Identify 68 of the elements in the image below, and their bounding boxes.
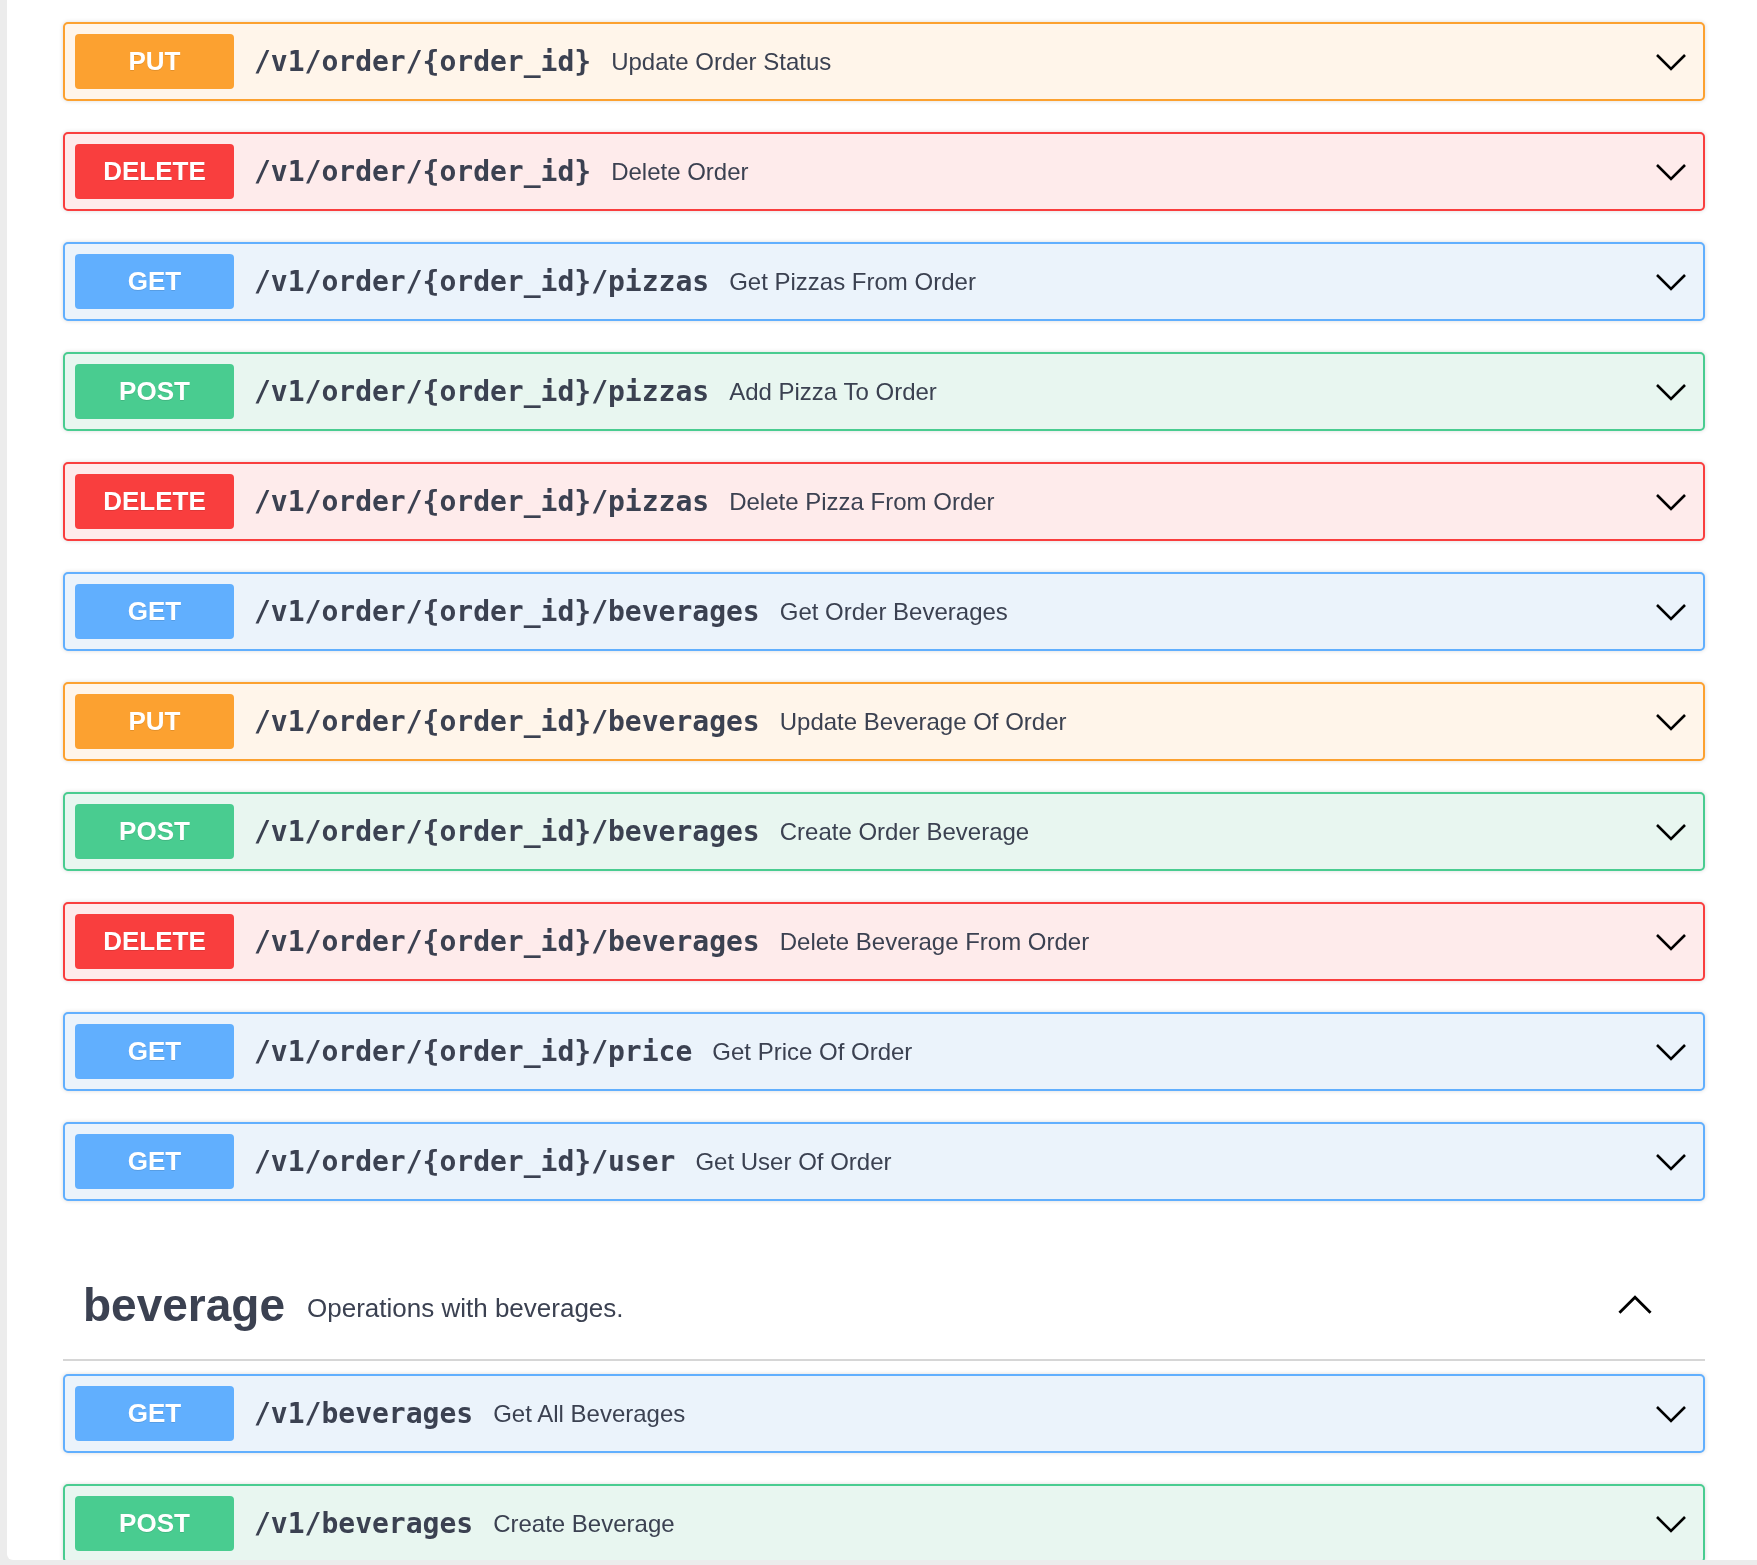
- chevron-down-icon[interactable]: [1655, 822, 1687, 841]
- endpoint-row[interactable]: GET /v1/order/{order_id}/beverages Get Order Beverages: [63, 572, 1705, 651]
- chevron-down-icon[interactable]: [1655, 932, 1687, 951]
- chevron-down-icon[interactable]: [1655, 272, 1687, 291]
- endpoint-summary: Get Price Of Order: [712, 1037, 913, 1066]
- method-badge: GET: [75, 1134, 234, 1189]
- endpoint-row[interactable]: GET /v1/order/{order_id}/user Get User Of Order: [63, 1122, 1705, 1201]
- endpoint-path: /v1/order/{order_id}: [254, 45, 592, 78]
- method-badge: POST: [75, 804, 234, 859]
- section-title[interactable]: beverage: [83, 1278, 285, 1332]
- endpoint-path: /v1/order/{order_id}/beverages: [254, 815, 760, 848]
- endpoint-summary: Create Order Beverage: [779, 817, 1030, 846]
- section-description: Operations with beverages.: [307, 1292, 624, 1324]
- chevron-down-icon[interactable]: [1655, 1152, 1687, 1171]
- endpoint-path: /v1/beverages: [254, 1507, 474, 1540]
- endpoint-summary: Update Beverage Of Order: [779, 707, 1067, 736]
- method-badge: PUT: [75, 694, 234, 749]
- endpoint-summary: Delete Beverage From Order: [779, 927, 1090, 956]
- endpoint-summary: Update Order Status: [611, 47, 832, 76]
- method-badge: POST: [75, 1496, 234, 1551]
- endpoint-row[interactable]: GET /v1/beverages Get All Beverages: [63, 1374, 1705, 1453]
- endpoint-row[interactable]: POST /v1/order/{order_id}/pizzas Add Pizza To Order: [63, 352, 1705, 431]
- endpoint-path: /v1/order/{order_id}/pizzas: [254, 485, 710, 518]
- chevron-down-icon[interactable]: [1655, 492, 1687, 511]
- method-badge: GET: [75, 1024, 234, 1079]
- endpoint-path: /v1/order/{order_id}/beverages: [254, 705, 760, 738]
- endpoint-path: /v1/order/{order_id}/pizzas: [254, 265, 710, 298]
- chevron-down-icon[interactable]: [1655, 602, 1687, 621]
- endpoint-path: /v1/order/{order_id}/beverages: [254, 925, 760, 958]
- endpoint-summary: Get All Beverages: [493, 1399, 686, 1428]
- endpoint-summary: Get Pizzas From Order: [729, 267, 976, 296]
- endpoint-row[interactable]: DELETE /v1/order/{order_id}/beverages Delete Beverage From Order: [63, 902, 1705, 981]
- method-badge: DELETE: [75, 914, 234, 969]
- endpoint-row[interactable]: PUT /v1/order/{order_id}/beverages Update Beverage Of Order: [63, 682, 1705, 761]
- endpoint-summary: Get User Of Order: [695, 1147, 892, 1176]
- method-badge: DELETE: [75, 474, 234, 529]
- endpoint-path: /v1/beverages: [254, 1397, 474, 1430]
- endpoint-path: /v1/order/{order_id}/price: [254, 1035, 693, 1068]
- endpoint-path: /v1/order/{order_id}/beverages: [254, 595, 760, 628]
- method-badge: GET: [75, 584, 234, 639]
- chevron-down-icon[interactable]: [1655, 162, 1687, 181]
- chevron-down-icon[interactable]: [1655, 52, 1687, 71]
- endpoint-row[interactable]: POST /v1/order/{order_id}/beverages Create Order Beverage: [63, 792, 1705, 871]
- endpoint-summary: Delete Order: [611, 157, 749, 186]
- chevron-down-icon[interactable]: [1655, 382, 1687, 401]
- endpoint-summary: Add Pizza To Order: [729, 377, 937, 406]
- endpoint-summary: Get Order Beverages: [779, 597, 1008, 626]
- chevron-down-icon[interactable]: [1655, 1042, 1687, 1061]
- endpoint-row[interactable]: GET /v1/order/{order_id}/pizzas Get Pizzas From Order: [63, 242, 1705, 321]
- method-badge: DELETE: [75, 144, 234, 199]
- method-badge: GET: [75, 254, 234, 309]
- chevron-down-icon[interactable]: [1655, 1514, 1687, 1533]
- method-badge: POST: [75, 364, 234, 419]
- endpoint-summary: Delete Pizza From Order: [729, 487, 995, 516]
- chevron-up-icon[interactable]: [1617, 1295, 1653, 1315]
- chevron-down-icon[interactable]: [1655, 1404, 1687, 1423]
- endpoint-row[interactable]: DELETE /v1/order/{order_id}/pizzas Delete Pizza From Order: [63, 462, 1705, 541]
- endpoint-row[interactable]: GET /v1/order/{order_id}/price Get Price Of Order: [63, 1012, 1705, 1091]
- method-badge: GET: [75, 1386, 234, 1441]
- method-badge: PUT: [75, 34, 234, 89]
- endpoint-row[interactable]: PUT /v1/order/{order_id} Update Order Status: [63, 22, 1705, 101]
- endpoint-row[interactable]: POST /v1/beverages Create Beverage: [63, 1484, 1705, 1560]
- endpoint-path: /v1/order/{order_id}: [254, 155, 592, 188]
- endpoint-row[interactable]: DELETE /v1/order/{order_id} Delete Order: [63, 132, 1705, 211]
- endpoint-summary: Create Beverage: [493, 1509, 675, 1538]
- chevron-down-icon[interactable]: [1655, 712, 1687, 731]
- endpoint-path: /v1/order/{order_id}/pizzas: [254, 375, 710, 408]
- endpoint-path: /v1/order/{order_id}/user: [254, 1145, 676, 1178]
